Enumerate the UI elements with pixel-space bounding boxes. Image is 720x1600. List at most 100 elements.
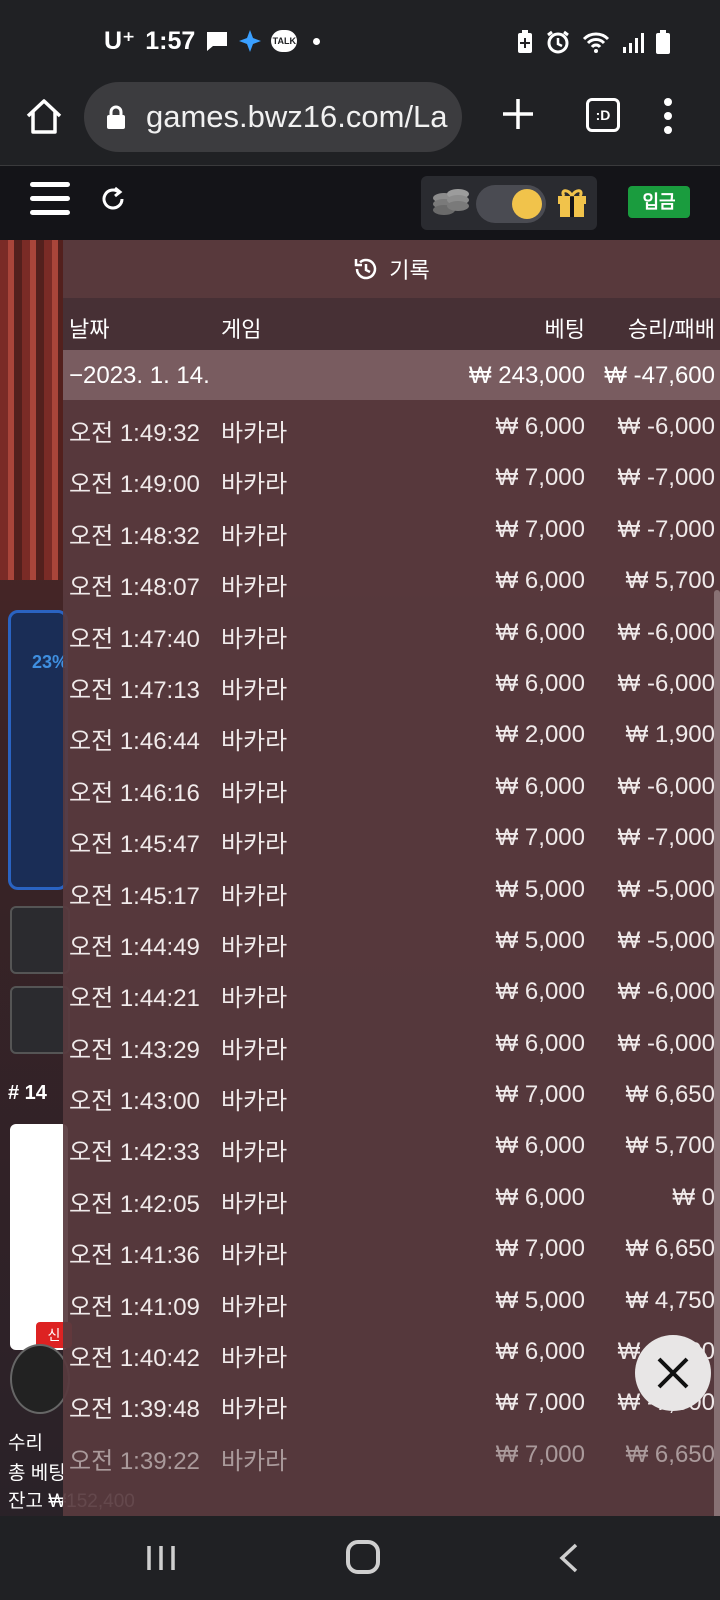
row-bet: ₩ 5,000 — [495, 926, 585, 954]
row-bet: ₩ 7,000 — [495, 1440, 585, 1468]
history-row[interactable]: 오전 1:47:13 바카라 ₩ 6,000 ₩ -6,000 — [63, 657, 720, 708]
row-game: 바카라 — [221, 933, 288, 961]
kakaotalk-icon: TALK — [271, 30, 298, 52]
row-result: ₩ -5,000 — [617, 875, 715, 903]
row-bet: ₩ 7,000 — [495, 1389, 585, 1417]
history-row[interactable]: 오전 1:42:33 바카라 ₩ 6,000 ₩ 5,700 — [63, 1119, 720, 1170]
row-game: 바카라 — [221, 676, 288, 704]
row-bet: ₩ 7,000 — [495, 824, 585, 852]
carrier-label: U⁺ — [104, 27, 136, 55]
row-time: 오전 1:44:21 — [69, 985, 200, 1013]
history-row[interactable]: 오전 1:46:16 바카라 ₩ 6,000 ₩ -6,000 — [63, 760, 720, 811]
gift-icon[interactable] — [556, 186, 588, 218]
row-game: 바카라 — [221, 522, 288, 550]
row-bet: ₩ 6,000 — [495, 1338, 585, 1366]
row-time: 오전 1:43:29 — [69, 1036, 200, 1064]
row-time: 오전 1:41:09 — [69, 1293, 200, 1321]
row-result: ₩ 6,650 — [625, 1235, 715, 1263]
history-row[interactable]: 오전 1:44:21 바카라 ₩ 6,000 ₩ -6,000 — [63, 965, 720, 1016]
row-game: 바카라 — [221, 1293, 288, 1321]
wallet-widget — [421, 176, 597, 230]
bet-button[interactable] — [10, 906, 70, 974]
more-options-icon[interactable] — [660, 96, 676, 136]
row-game: 바카라 — [221, 471, 288, 499]
history-row[interactable]: 오전 1:41:09 바카라 ₩ 5,000 ₩ 4,750 — [63, 1274, 720, 1325]
row-game: 바카라 — [221, 574, 288, 602]
date-group-result-total: ₩ -47,600 — [604, 362, 715, 389]
row-result: ₩ -6,000 — [617, 618, 715, 646]
row-time: 오전 1:39:48 — [69, 1396, 200, 1424]
new-tab-icon[interactable] — [500, 96, 536, 132]
reload-icon[interactable] — [98, 184, 128, 214]
row-time: 오전 1:45:17 — [69, 882, 200, 910]
row-game: 바카라 — [221, 1088, 288, 1116]
game-header: 입금 — [0, 166, 720, 240]
column-bet: 베팅 — [544, 317, 585, 342]
row-game: 바카라 — [221, 1396, 288, 1424]
row-bet: ₩ 6,000 — [495, 669, 585, 697]
history-row[interactable]: 오전 1:39:22 바카라 ₩ 7,000 ₩ 6,650 — [63, 1428, 720, 1479]
row-time: 오전 1:47:40 — [69, 625, 200, 653]
panel-title: 기록 — [63, 240, 720, 298]
alarm-icon — [547, 30, 569, 54]
chip-icon[interactable] — [10, 1344, 70, 1414]
history-row[interactable]: 오전 1:42:05 바카라 ₩ 6,000 ₩ 0 — [63, 1171, 720, 1222]
column-result: 승리/패배 — [627, 317, 715, 342]
history-row[interactable]: 오전 1:43:29 바카라 ₩ 6,000 ₩ -6,000 — [63, 1017, 720, 1068]
row-bet: ₩ 7,000 — [495, 1235, 585, 1263]
row-result: ₩ -6,000 — [617, 1029, 715, 1057]
close-button[interactable] — [635, 1335, 711, 1411]
history-row[interactable]: 오전 1:40:42바카라₩ 6,000₩ -6,000 — [63, 1325, 720, 1376]
row-game: 바카라 — [221, 882, 288, 910]
coins-icon[interactable] — [431, 186, 471, 218]
history-row[interactable]: 오전 1:49:32 바카라 ₩ 6,000 ₩ -6,000 — [63, 400, 720, 451]
history-row[interactable]: 오전 1:47:40 바카라 ₩ 6,000 ₩ -6,000 — [63, 606, 720, 657]
date-group-row[interactable]: −2023. 1. 14. ₩ 243,000 ₩ -47,600 — [63, 350, 720, 400]
toggle-knob — [512, 189, 542, 219]
history-row[interactable]: 오전 1:45:47 바카라 ₩ 7,000 ₩ -7,000 — [63, 811, 720, 862]
footer-line: 수리 — [8, 1433, 43, 1454]
history-row[interactable]: 오전 1:46:44 바카라 ₩ 2,000 ₩ 1,900 — [63, 708, 720, 759]
history-panel: 기록 날짜 게임 베팅 승리/패배 −2023. 1. 14. ₩ 243,00… — [63, 240, 720, 1516]
date-group-label: −2023. 1. 14. — [69, 362, 210, 389]
row-bet: ₩ 6,000 — [495, 978, 585, 1006]
row-game: 바카라 — [221, 420, 288, 447]
recent-apps-icon[interactable] — [146, 1544, 176, 1572]
clock: 1:57 — [145, 26, 196, 55]
back-icon[interactable] — [556, 1542, 580, 1574]
column-game: 게임 — [221, 317, 262, 342]
table-decoration — [0, 240, 64, 580]
dot-icon — [313, 37, 321, 45]
row-game: 바카라 — [221, 985, 288, 1013]
history-row[interactable]: 오전 1:39:48바카라₩ 7,000₩ -7,000 — [63, 1376, 720, 1427]
bet-button[interactable] — [10, 986, 70, 1054]
status-bar: U⁺ 1:57 TALK — [0, 0, 720, 82]
row-time: 오전 1:40:42 — [69, 1345, 200, 1373]
history-row[interactable]: 오전 1:45:17 바카라 ₩ 5,000 ₩ -5,000 — [63, 863, 720, 914]
scrollbar[interactable] — [714, 590, 720, 1516]
nav-home-icon[interactable] — [346, 1540, 380, 1574]
tab-switcher-button[interactable]: :D — [586, 98, 620, 132]
deposit-button[interactable]: 입금 — [628, 186, 690, 218]
history-row[interactable]: 오전 1:49:00 바카라 ₩ 7,000 ₩ -7,000 — [63, 451, 720, 502]
hamburger-menu-icon[interactable] — [30, 182, 70, 216]
history-row[interactable]: 오전 1:44:49 바카라 ₩ 5,000 ₩ -5,000 — [63, 914, 720, 965]
row-result: ₩ 0 — [672, 1183, 715, 1211]
row-time: 오전 1:45:47 — [69, 831, 200, 859]
history-row[interactable]: 오전 1:41:36 바카라 ₩ 7,000 ₩ 6,650 — [63, 1222, 720, 1273]
home-icon[interactable] — [24, 96, 64, 136]
row-time: 오전 1:47:13 — [69, 676, 200, 704]
address-bar[interactable]: games.bwz16.com/La — [84, 82, 462, 152]
history-row[interactable]: 오전 1:43:00 바카라 ₩ 7,000 ₩ 6,650 — [63, 1068, 720, 1119]
row-time: 오전 1:48:32 — [69, 522, 200, 550]
close-icon — [657, 1357, 689, 1389]
history-row[interactable]: 오전 1:48:07 바카라 ₩ 6,000 ₩ 5,700 — [63, 554, 720, 605]
balance-toggle[interactable] — [476, 185, 546, 223]
row-time: 오전 1:43:00 — [69, 1088, 200, 1116]
row-bet: ₩ 7,000 — [495, 515, 585, 543]
row-bet: ₩ 6,000 — [495, 1132, 585, 1160]
row-game: 바카라 — [221, 1139, 288, 1167]
history-list: 오전 1:49:32 바카라 ₩ 6,000 ₩ -6,000 오전 1:49:00 바카… — [63, 400, 720, 1479]
history-row[interactable]: 오전 1:48:32 바카라 ₩ 7,000 ₩ -7,000 — [63, 503, 720, 554]
url-text: games.bwz16.com/La — [146, 99, 448, 134]
